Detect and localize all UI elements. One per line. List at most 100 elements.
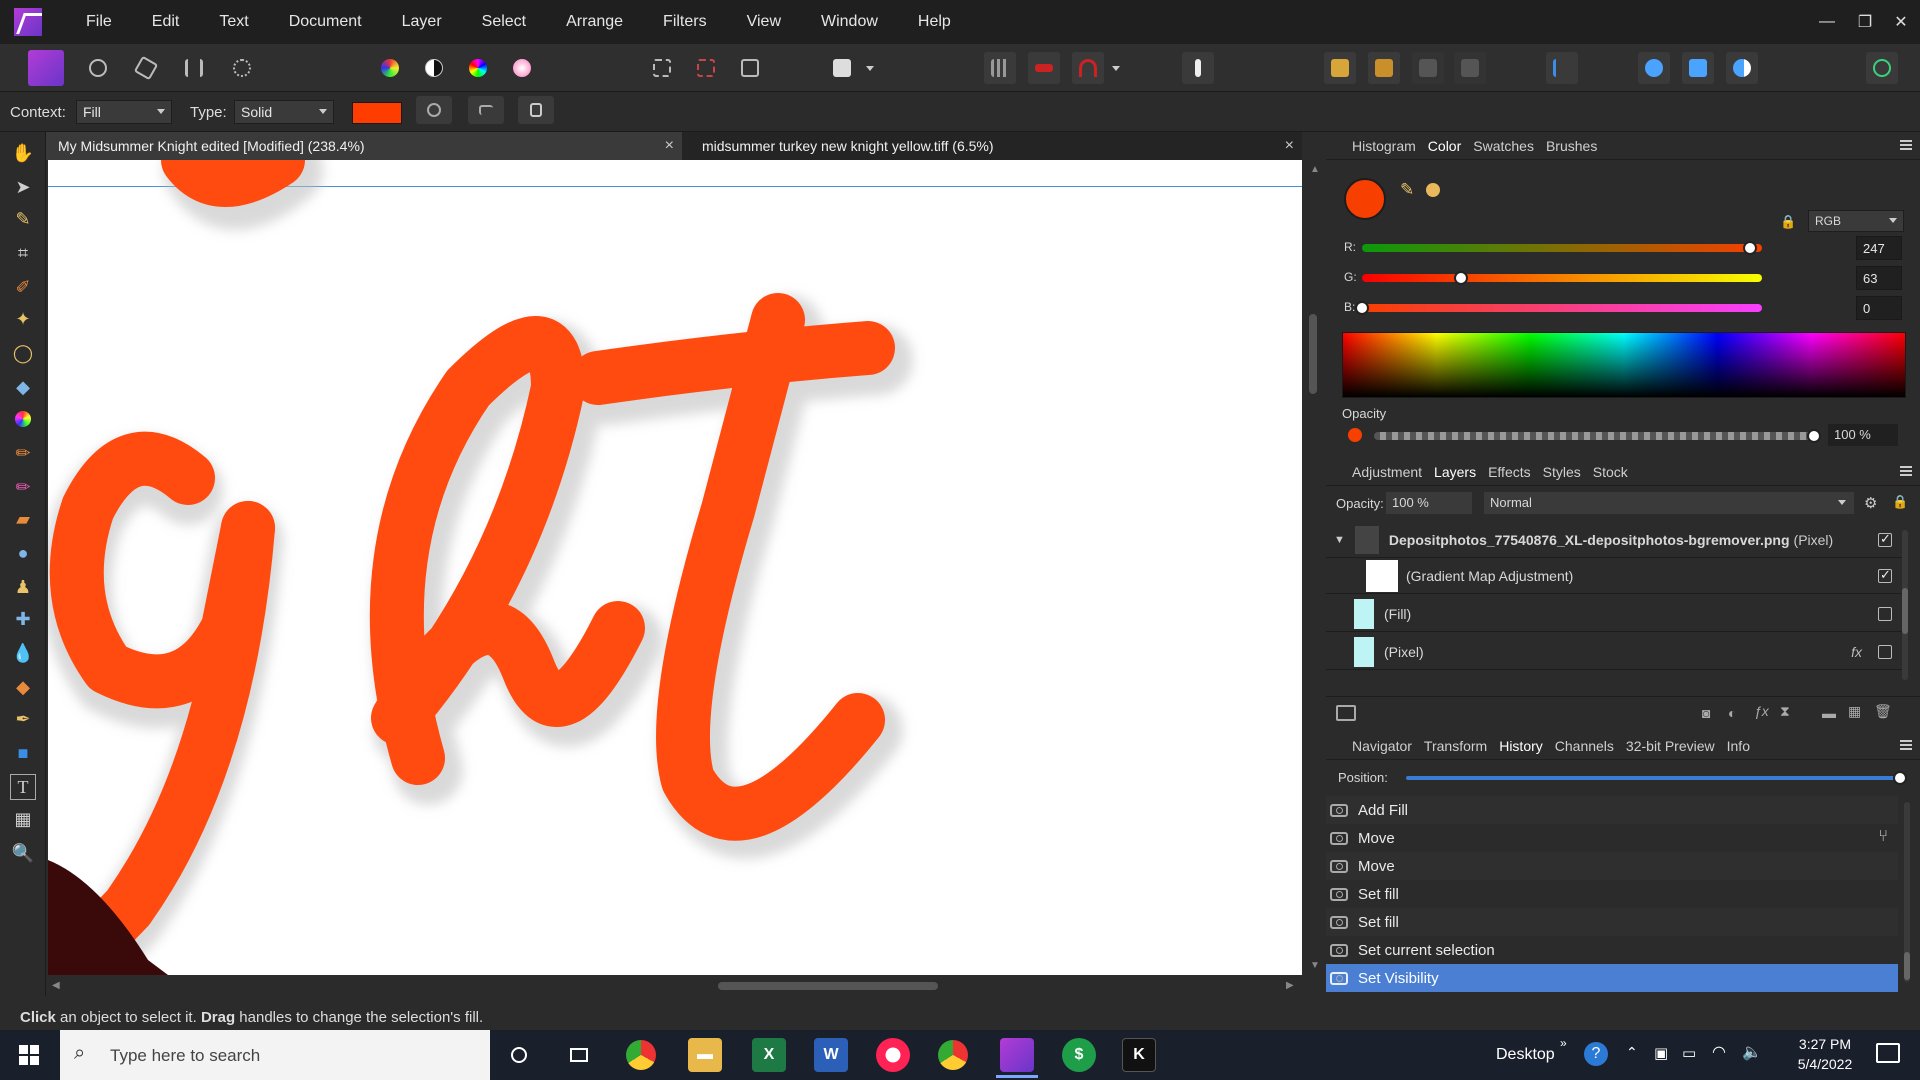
tab-layers[interactable]: Layers [1434, 464, 1476, 480]
desktop-toolbar-label[interactable]: Desktop [1496, 1046, 1555, 1064]
affinity-photo-taskbar-icon[interactable] [1000, 1038, 1034, 1072]
adjustment-layer-icon[interactable]: ◐ [1728, 705, 1736, 721]
export-persona-icon[interactable] [226, 52, 258, 84]
minimize-icon[interactable]: — [1808, 0, 1846, 44]
boolean-subtract-icon[interactable] [1682, 52, 1714, 84]
tab-effects[interactable]: Effects [1488, 464, 1531, 480]
r-value-field[interactable]: 247 [1856, 236, 1902, 260]
type-dropdown[interactable]: Solid [234, 100, 334, 124]
fill-color-swatch[interactable] [352, 102, 402, 124]
tab-navigator[interactable]: Navigator [1352, 738, 1412, 754]
chrome-profile-icon[interactable] [938, 1040, 968, 1070]
close-window-icon[interactable]: ✕ [1882, 0, 1920, 44]
flood-fill-tool-icon[interactable]: ◆ [10, 374, 36, 400]
menu-layer[interactable]: Layer [382, 0, 462, 44]
layer-row[interactable]: (Gradient Map Adjustment) [1326, 558, 1906, 594]
marquee-select-icon[interactable] [646, 52, 678, 84]
toolbar-expand-icon[interactable]: » [1560, 1036, 1567, 1050]
battery-icon[interactable]: ▭ [1682, 1044, 1696, 1062]
branch-icon[interactable]: ⑂ [1878, 828, 1888, 846]
layer-row[interactable]: (Fill) [1326, 596, 1906, 632]
taskbar-time[interactable]: 3:27 PM [1788, 1036, 1862, 1052]
restore-icon[interactable]: ❐ [1846, 0, 1884, 44]
history-item[interactable]: Add Fill [1326, 796, 1898, 824]
lock-icon[interactable]: 🔒 [1780, 214, 1796, 230]
tab-brushes[interactable]: Brushes [1546, 138, 1597, 154]
tab-transform[interactable]: Transform [1424, 738, 1487, 754]
g-value-field[interactable]: 63 [1856, 266, 1902, 290]
new-pixel-layer-icon[interactable]: ▦ [1848, 703, 1861, 720]
quick-mask-icon[interactable] [826, 52, 858, 84]
taskbar-date[interactable]: 5/4/2022 [1788, 1056, 1862, 1072]
menu-filters[interactable]: Filters [643, 0, 727, 44]
invert-selection-icon[interactable] [734, 52, 766, 84]
paint-brush-tool-icon[interactable]: ✏ [10, 440, 36, 466]
tab-info[interactable]: Info [1727, 738, 1750, 754]
menu-file[interactable]: File [66, 0, 132, 44]
boolean-add-icon[interactable] [1638, 52, 1670, 84]
grid-toggle-icon[interactable] [984, 52, 1016, 84]
show-hidden-icons-chevron-icon[interactable]: ⌃ [1626, 1044, 1638, 1061]
cortana-icon[interactable] [502, 1038, 536, 1072]
history-item[interactable]: Move ⑂ [1326, 824, 1898, 852]
arrange-forward-icon[interactable] [1412, 52, 1444, 84]
history-item[interactable]: Set fill [1326, 880, 1898, 908]
color-spectrum[interactable] [1342, 332, 1906, 398]
history-position-slider[interactable] [1406, 776, 1900, 780]
fill-aspect-lock-icon[interactable] [518, 96, 554, 124]
b-slider[interactable] [1362, 304, 1762, 312]
b-value-field[interactable]: 0 [1856, 296, 1902, 320]
rectangle-tool-icon[interactable]: ■ [10, 740, 36, 766]
auto-contrast-icon[interactable] [418, 52, 450, 84]
gradient-tool-icon[interactable] [10, 406, 36, 432]
force-pixel-alignment-icon[interactable] [1182, 52, 1214, 84]
scroll-left-arrow-icon[interactable]: ◀ [52, 980, 60, 991]
opacity-slider-knob[interactable] [1807, 429, 1821, 443]
taskbar-search-box[interactable]: ⌕ Type here to search [60, 1030, 490, 1080]
canvas-vertical-scrollbar[interactable]: ▲ ▼ [1304, 160, 1322, 975]
erase-brush-tool-icon[interactable]: ▰ [10, 506, 36, 532]
mask-layer-icon[interactable]: ◙ [1702, 705, 1710, 721]
snapping-overlay-icon[interactable] [1028, 52, 1060, 84]
artistic-text-tool-icon[interactable]: T [10, 774, 36, 800]
document-tab-active[interactable]: My Midsummer Knight edited [Modified] (2… [46, 132, 682, 160]
tab-adjustment[interactable]: Adjustment [1352, 464, 1422, 480]
history-item[interactable]: Set fill [1326, 908, 1898, 936]
history-scrollbar[interactable] [1904, 802, 1910, 982]
layer-visibility-checkbox[interactable] [1878, 644, 1892, 659]
fill-reverse-icon[interactable] [416, 96, 452, 124]
color-replacement-tool-icon[interactable]: ✏ [10, 474, 36, 500]
layers-scroll-thumb[interactable] [1902, 588, 1908, 634]
green-app-icon[interactable]: $ [1062, 1038, 1096, 1072]
color-picker-tool-icon[interactable]: ✎ [10, 206, 36, 232]
tab-history[interactable]: History [1499, 738, 1543, 754]
history-item[interactable]: Set current selection [1326, 936, 1898, 964]
layer-visibility-checkbox[interactable] [1878, 606, 1892, 621]
tab-swatches[interactable]: Swatches [1473, 138, 1534, 154]
flood-select-tool-icon[interactable]: ✦ [10, 306, 36, 332]
dodge-brush-tool-icon[interactable]: ● [10, 540, 36, 566]
blend-mode-dropdown[interactable]: Normal [1484, 492, 1854, 514]
scroll-up-arrow-icon[interactable]: ▲ [1310, 164, 1320, 175]
excel-icon[interactable]: X [752, 1038, 786, 1072]
layer-visibility-checkbox[interactable] [1878, 531, 1892, 547]
word-icon[interactable]: W [814, 1038, 848, 1072]
tab-stock[interactable]: Stock [1593, 464, 1628, 480]
layer-visibility-checkbox[interactable] [1878, 567, 1892, 583]
chrome-icon[interactable] [626, 1040, 656, 1070]
user-account-icon[interactable] [1866, 52, 1898, 84]
file-explorer-icon[interactable]: ▬ [688, 1038, 722, 1072]
panel-menu-icon[interactable] [1900, 740, 1912, 750]
canvas-horizontal-scrollbar[interactable]: ◀ ▶ [48, 977, 1302, 995]
panel-menu-icon[interactable] [1900, 140, 1912, 150]
task-view-icon[interactable] [562, 1038, 596, 1072]
close-tab-icon[interactable]: × [1285, 132, 1294, 160]
expand-triangle-icon[interactable]: ▼ [1334, 534, 1345, 546]
notifications-icon[interactable] [1876, 1043, 1900, 1063]
freehand-selection-tool-icon[interactable]: ◯ [10, 340, 36, 366]
meet-now-icon[interactable]: ▣ [1654, 1044, 1668, 1062]
g-slider-knob[interactable] [1453, 271, 1468, 285]
snapping-magnet-icon[interactable] [1072, 52, 1104, 84]
menu-edit[interactable]: Edit [132, 0, 200, 44]
develop-persona-icon[interactable] [130, 52, 162, 84]
